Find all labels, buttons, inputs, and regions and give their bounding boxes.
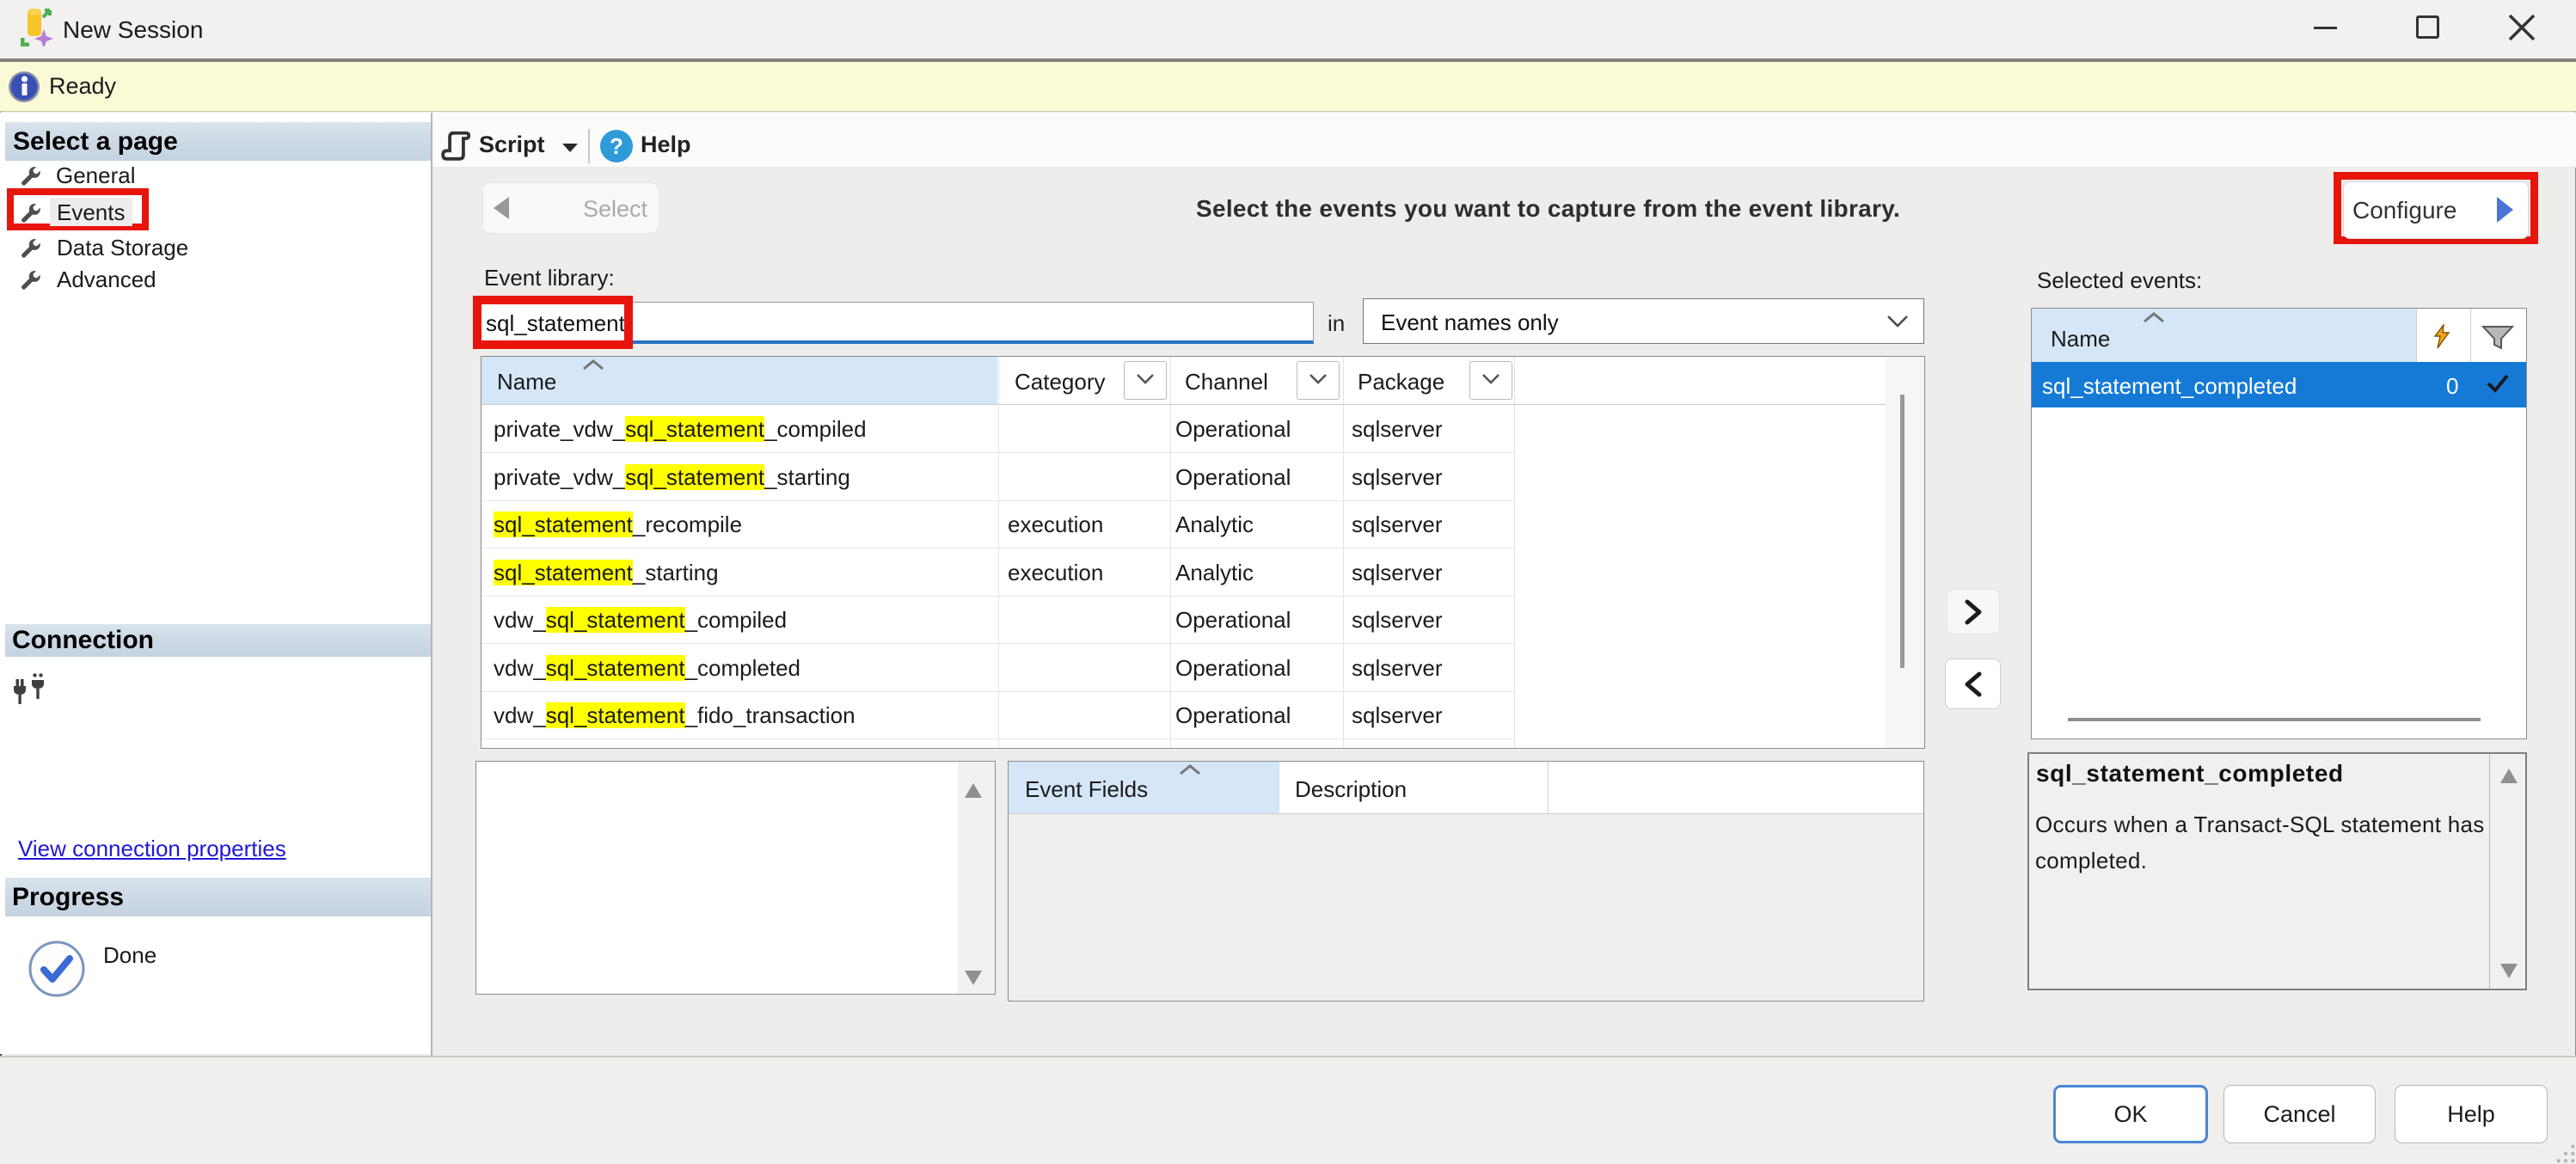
- svg-text:?: ?: [610, 133, 623, 159]
